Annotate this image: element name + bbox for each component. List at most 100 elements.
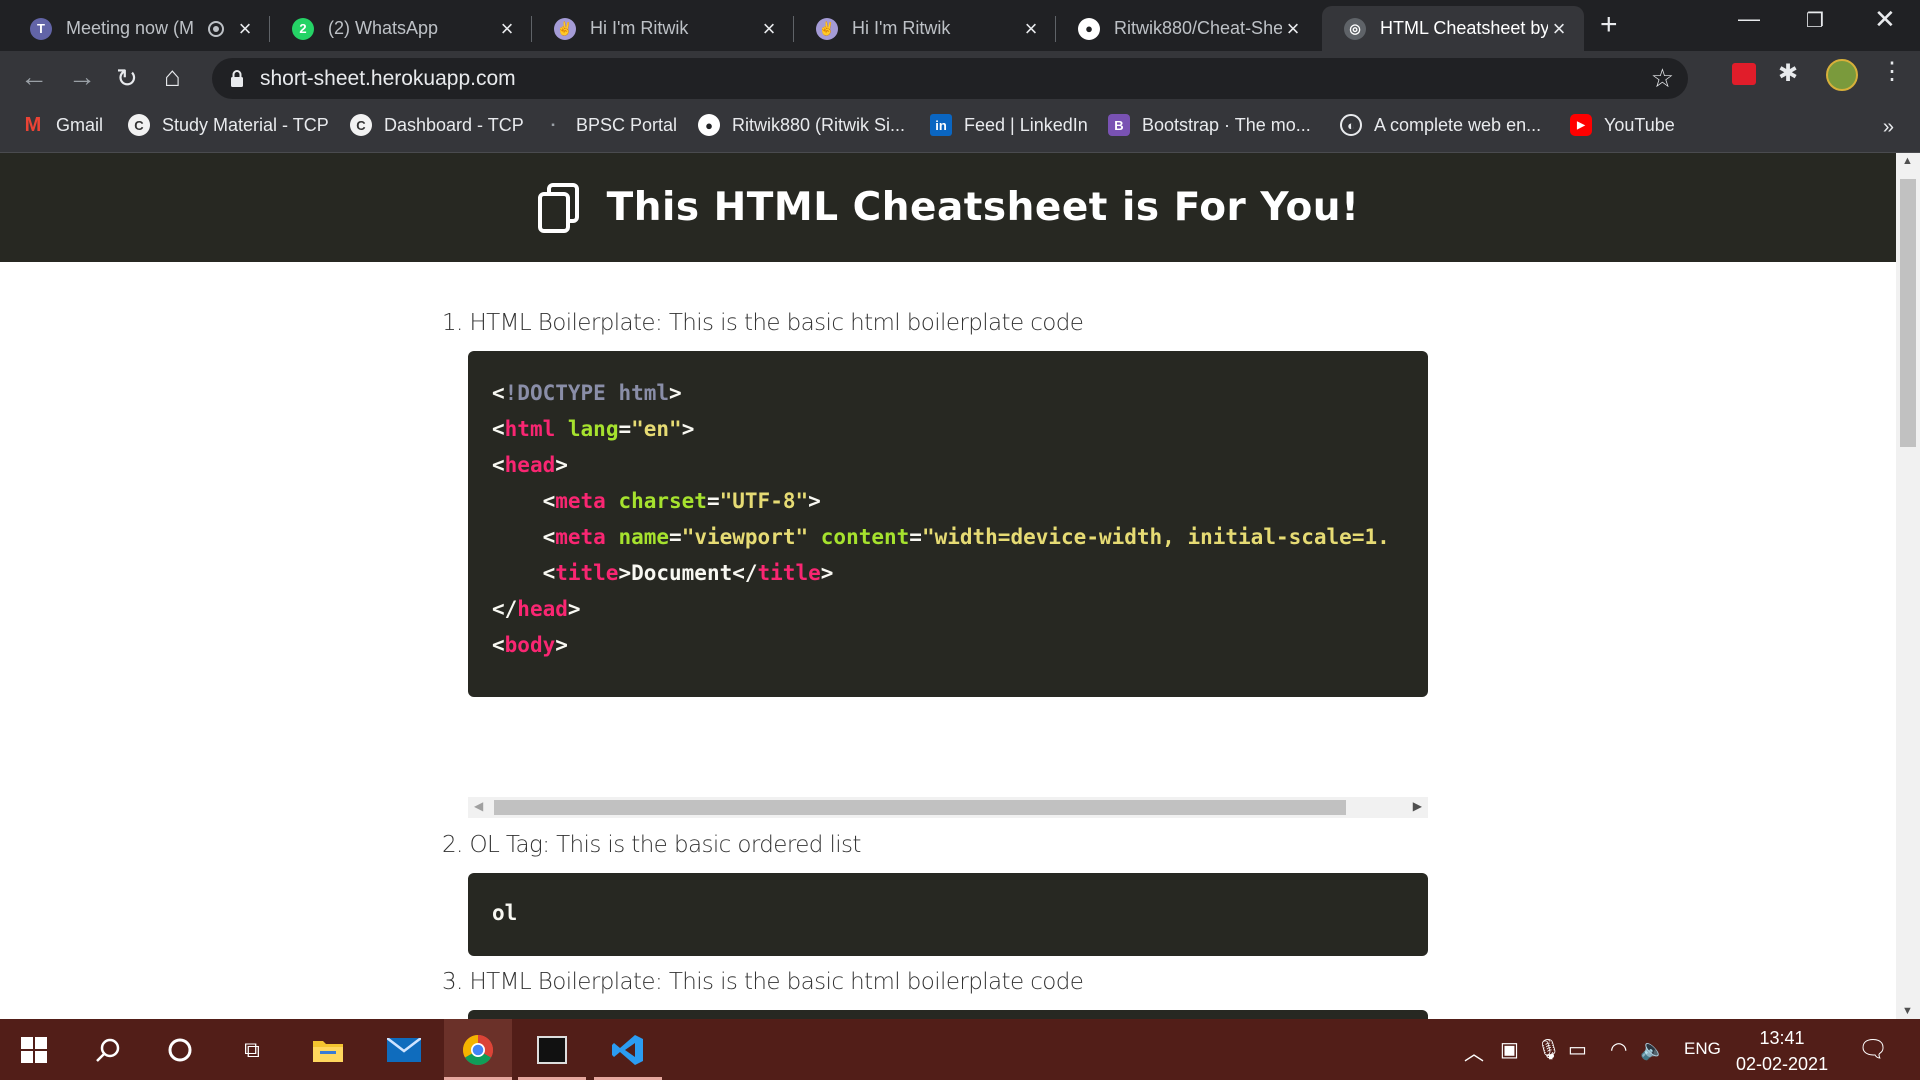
vscode-button[interactable] — [594, 1019, 662, 1080]
copy-icon — [537, 182, 579, 233]
bookmark-study-material[interactable]: C Study Material - TCP — [128, 114, 329, 136]
bookmark-label: Gmail — [56, 114, 104, 135]
back-button[interactable]: ← — [20, 61, 48, 93]
task-view-button[interactable]: ⧉ — [218, 1019, 286, 1080]
home-button[interactable]: ⌂ — [164, 61, 181, 93]
code-content: ol — [492, 901, 518, 925]
page-content: This HTML Cheatsheet is For You! 1. HTML… — [0, 153, 1896, 1019]
tab-strip: T Meeting now (M × 2 (2) WhatsApp × ✌ Hi… — [0, 0, 1920, 51]
tab-portfolio-1[interactable]: ✌ Hi I'm Ritwik × — [532, 6, 794, 51]
close-icon[interactable]: × — [234, 16, 256, 42]
scroll-right-icon[interactable]: ▶ — [1413, 799, 1422, 813]
gmail-icon: M — [24, 113, 42, 136]
tab-whatsapp[interactable]: 2 (2) WhatsApp × — [270, 6, 532, 51]
search-button[interactable] — [74, 1019, 142, 1080]
address-bar[interactable]: short-sheet.herokuapp.com ☆ — [212, 58, 1688, 99]
bookmark-bootstrap[interactable]: B Bootstrap · The mo... — [1108, 114, 1311, 136]
bookmark-dashboard[interactable]: C Dashboard - TCP — [350, 114, 524, 136]
battery-icon[interactable]: ▭ — [1568, 1037, 1587, 1062]
notification-center-icon[interactable]: 🗨 — [1858, 1035, 1888, 1064]
windows-logo-icon — [21, 1036, 47, 1063]
close-icon[interactable]: × — [1020, 16, 1042, 42]
profile-avatar[interactable] — [1826, 59, 1858, 91]
bookmark-label: Study Material - TCP — [162, 114, 329, 135]
clock-time: 13:41 — [1759, 1028, 1805, 1048]
bookmark-web-guide[interactable]: ◐ A complete web en... — [1340, 114, 1541, 136]
cortana-button[interactable] — [146, 1019, 214, 1080]
extensions-puzzle-icon[interactable]: ✱ — [1778, 59, 1798, 88]
code-block-boilerplate-2[interactable] — [468, 1010, 1428, 1019]
start-button[interactable] — [0, 1019, 68, 1080]
browser-toolbar: ← → ↻ ⌂ short-sheet.herokuapp.com ☆ ✱ ⋮ — [0, 51, 1920, 106]
tab-portfolio-2[interactable]: ✌ Hi I'm Ritwik × — [794, 6, 1056, 51]
youtube-icon: ▶ — [1570, 114, 1592, 136]
restore-button[interactable]: ❐ — [1806, 8, 1824, 33]
tab-title: HTML Cheatsheet by — [1380, 18, 1548, 38]
bookmark-gmail[interactable]: M Gmail — [22, 114, 103, 136]
forward-button[interactable]: → — [68, 61, 96, 93]
globe-icon: ◎ — [1344, 17, 1366, 40]
more-bookmarks-chevron-icon[interactable]: » — [1883, 116, 1894, 139]
bookmark-bpsc[interactable]: ▪ BPSC Portal — [542, 114, 677, 136]
item-text: OL Tag: This is the basic ordered list — [469, 832, 861, 858]
code-block-boilerplate[interactable]: <!DOCTYPE html> <html lang="en"> <head> … — [468, 351, 1428, 697]
pocket-extension-icon[interactable] — [1732, 63, 1756, 85]
snipping-tool-button[interactable] — [518, 1019, 586, 1080]
bookmark-label: Bootstrap · The mo... — [1142, 114, 1311, 135]
meet-now-icon[interactable]: ▣ — [1500, 1037, 1519, 1062]
bpsc-icon: ▪ — [551, 119, 555, 131]
tab-html-cheatsheet[interactable]: ◎ HTML Cheatsheet by × — [1322, 6, 1584, 51]
bookmark-label: Feed | LinkedIn — [964, 114, 1088, 135]
item-text: HTML Boilerplate: This is the basic html… — [469, 310, 1084, 336]
github-icon: ● — [1078, 17, 1100, 40]
task-view-icon: ⧉ — [244, 1036, 260, 1062]
scroll-left-icon[interactable]: ◀ — [474, 799, 483, 813]
bookmark-star-icon[interactable]: ☆ — [1651, 63, 1674, 94]
microphone-icon[interactable]: 🎙 — [1536, 1037, 1561, 1062]
close-icon[interactable]: × — [758, 16, 780, 42]
page-header: This HTML Cheatsheet is For You! — [0, 153, 1896, 262]
mail-button[interactable] — [370, 1019, 438, 1080]
bookmark-label: Ritwik880 (Ritwik Si... — [732, 114, 906, 135]
page-vertical-scrollbar[interactable]: ▲ ▼ — [1896, 153, 1920, 1019]
chrome-icon — [462, 1034, 494, 1065]
peace-hand-icon: ✌ — [816, 17, 838, 40]
list-item: 1. HTML Boilerplate: This is the basic h… — [442, 310, 1084, 336]
bookmark-github-profile[interactable]: ● Ritwik880 (Ritwik Si... — [698, 114, 905, 136]
item-number: 1. — [442, 310, 463, 336]
show-hidden-icons-chevron-icon[interactable]: ︿ — [1464, 1037, 1484, 1066]
close-icon[interactable]: × — [496, 16, 518, 42]
volume-icon[interactable]: 🔈 — [1640, 1037, 1665, 1062]
snip-icon — [537, 1035, 567, 1064]
scrollbar-thumb[interactable] — [494, 800, 1346, 815]
code-block-ol[interactable]: ol — [468, 873, 1428, 956]
menu-kebab-icon[interactable]: ⋮ — [1880, 57, 1904, 86]
new-tab-button[interactable]: + — [1600, 8, 1618, 42]
scroll-down-icon[interactable]: ▼ — [1902, 1005, 1913, 1017]
tab-title: (2) WhatsApp — [328, 18, 439, 38]
tab-github-repo[interactable]: ● Ritwik880/Cheat-She × — [1056, 6, 1318, 51]
search-icon — [96, 1038, 120, 1062]
list-item: 3. HTML Boilerplate: This is the basic h… — [442, 969, 1084, 995]
url-text[interactable]: short-sheet.herokuapp.com — [260, 67, 516, 91]
bookmarks-bar: M Gmail C Study Material - TCP C Dashboa… — [0, 106, 1920, 153]
code-horizontal-scrollbar[interactable]: ◀ ▶ — [468, 797, 1428, 818]
close-icon[interactable]: × — [1282, 16, 1304, 42]
minimize-button[interactable]: — — [1738, 6, 1760, 32]
close-icon[interactable]: × — [1548, 16, 1570, 42]
language-indicator[interactable]: ENG — [1684, 1039, 1721, 1059]
wifi-icon[interactable]: ◠ — [1610, 1037, 1627, 1062]
file-explorer-button[interactable] — [294, 1019, 362, 1080]
bookmark-youtube[interactable]: ▶ YouTube — [1570, 114, 1675, 136]
teams-icon: T — [30, 17, 52, 40]
system-clock[interactable]: 13:41 02-02-2021 — [1736, 1025, 1828, 1077]
tab-teams-meeting[interactable]: T Meeting now (M × — [8, 6, 270, 51]
scrollbar-thumb[interactable] — [1900, 179, 1916, 447]
reload-button[interactable]: ↻ — [116, 63, 138, 94]
chrome-taskbar-button[interactable] — [444, 1019, 512, 1080]
bookmark-label: YouTube — [1604, 114, 1675, 135]
windows-taskbar: ⧉ ︿ ▣ 🎙 ▭ ◠ 🔈 ENG 13:41 02-02-2021 🗨 — [0, 1019, 1920, 1080]
scroll-up-icon[interactable]: ▲ — [1902, 155, 1913, 167]
bookmark-linkedin[interactable]: in Feed | LinkedIn — [930, 114, 1088, 136]
close-window-button[interactable]: ✕ — [1874, 4, 1896, 35]
